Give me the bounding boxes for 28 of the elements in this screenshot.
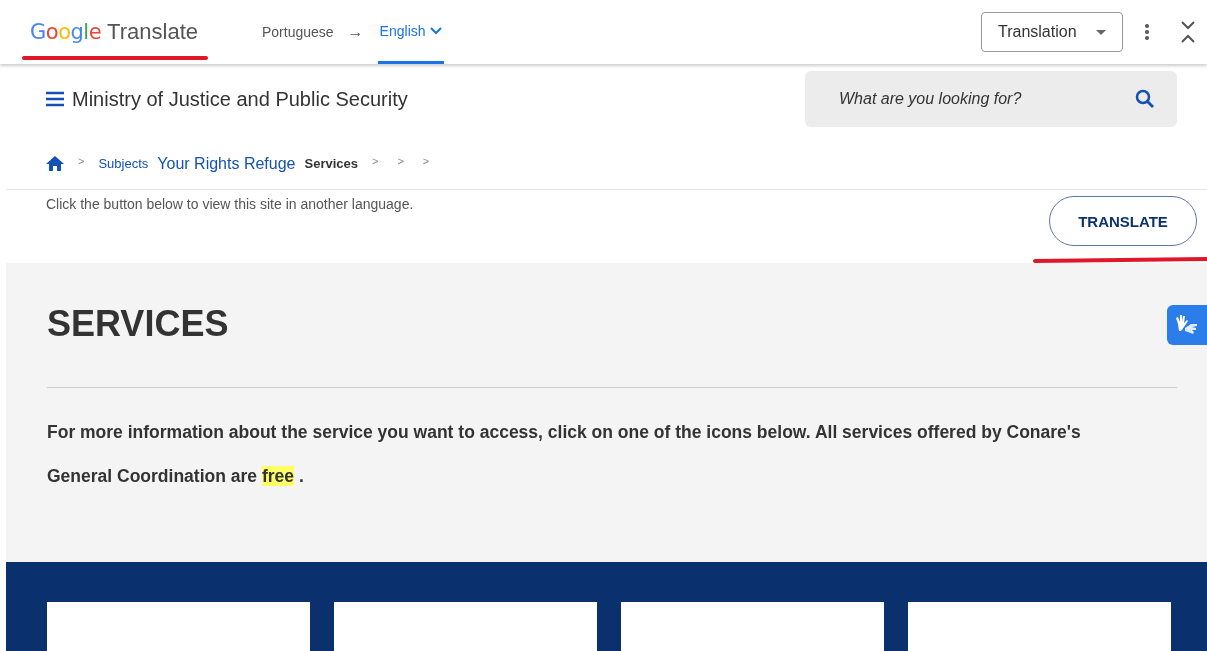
caret-icon — [1096, 29, 1106, 35]
breadcrumb-separator: > — [397, 154, 404, 167]
breadcrumb-separator: > — [78, 154, 85, 167]
menu-icon[interactable] — [46, 91, 64, 107]
notice-text: Click the button below to view this site in another language. — [46, 196, 414, 214]
sign-language-button[interactable] — [1167, 305, 1207, 345]
breadcrumb-link[interactable]: Subjects — [98, 156, 149, 171]
collapse-icon[interactable] — [1181, 21, 1195, 43]
search-icon[interactable] — [1135, 89, 1155, 109]
breadcrumb-separator: > — [372, 154, 379, 167]
breadcrumb-link[interactable]: Services — [304, 156, 358, 171]
chevron-down-icon — [429, 26, 442, 35]
mode-dropdown[interactable]: Translation — [981, 12, 1123, 52]
breadcrumb-separator: > — [422, 154, 430, 167]
site-title: Ministry of Justice and Public Security — [72, 87, 408, 111]
breadcrumb-link[interactable]: Your Rights Refuge — [157, 154, 296, 173]
logo-product-name: Translate — [107, 19, 198, 45]
translate-button[interactable]: TRANSLATE — [1049, 196, 1197, 246]
home-icon[interactable] — [46, 156, 64, 171]
search-field[interactable]: What are you looking for? — [805, 71, 1177, 127]
section-heading: SERVICES — [47, 303, 230, 346]
language-tab[interactable]: English — [377, 0, 444, 64]
arrow-icon: → — [347, 23, 364, 41]
google-logo: Google — [30, 20, 102, 44]
more-icon[interactable] — [1145, 24, 1149, 40]
hands-icon — [1175, 314, 1199, 336]
intro-paragraph: For more information about the service you want to access, click on one of the icons below. All services offered by Conare's General Coordination are free . — [47, 421, 1082, 488]
source-language: Portuguese — [262, 24, 334, 40]
